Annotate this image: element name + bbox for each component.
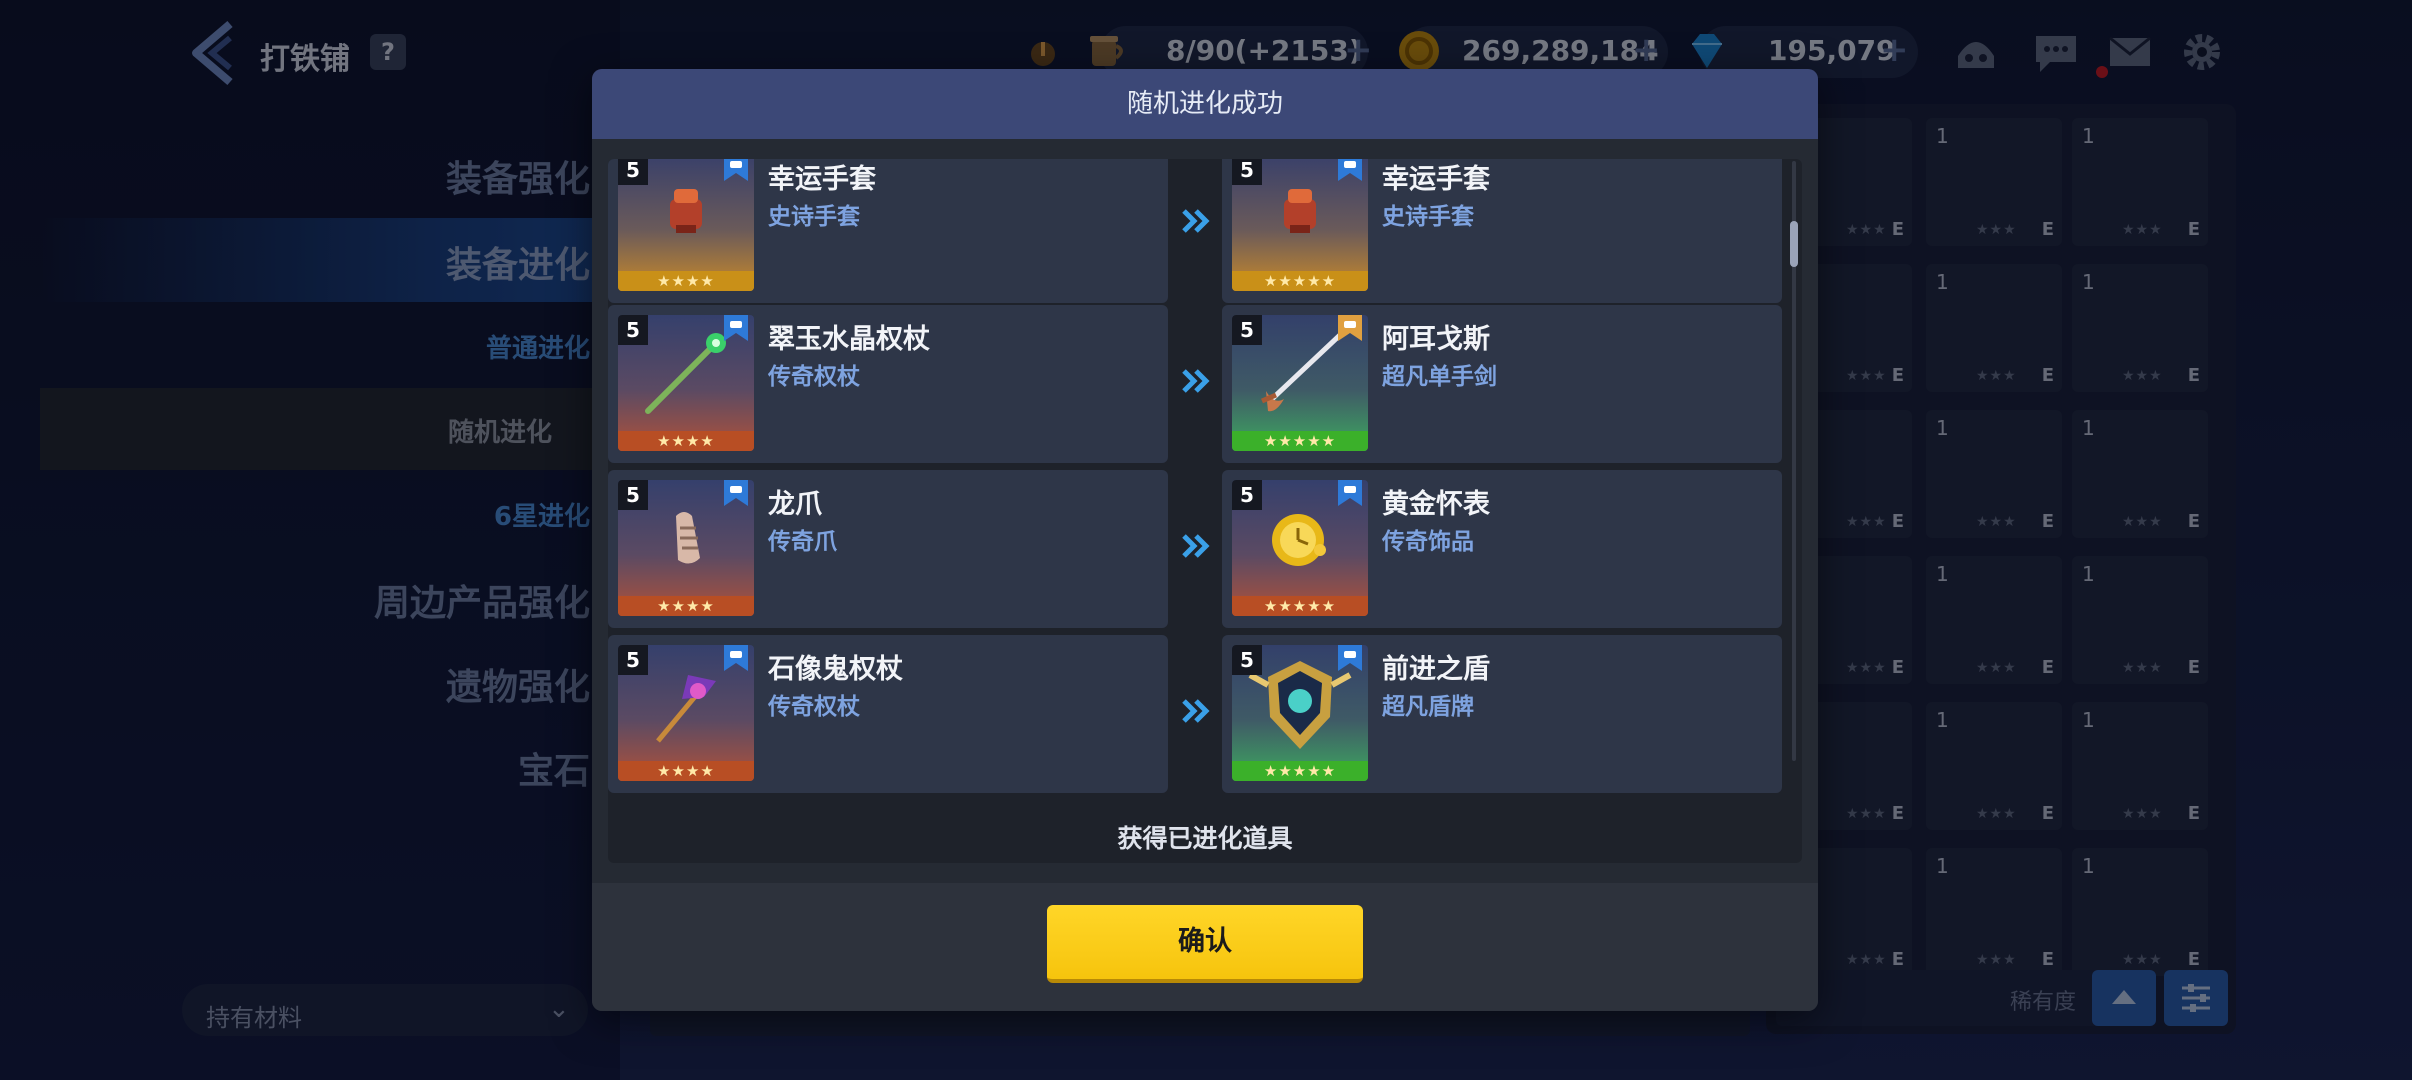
item-type: 传奇权杖 <box>768 364 860 390</box>
result-message: 获得已进化道具 <box>1117 824 1293 853</box>
evolution-row: 5 ★★★★ 石像鬼权杖传奇权杖 5 ★★★★★ 前进之盾超凡盾牌 <box>608 635 1802 793</box>
item-level-badge: 5 <box>618 480 648 510</box>
double-chevron-right-icon <box>1182 369 1210 393</box>
item-name: 翠玉水晶权杖 <box>768 324 930 355</box>
item-type: 传奇爪 <box>768 529 837 555</box>
item-card-before[interactable]: 5 ★★★★ 翠玉水晶权杖传奇权杖 <box>608 305 1168 463</box>
bookmark-icon <box>1338 645 1362 671</box>
item-icon-frame: 5 ★★★★★ <box>1232 480 1368 616</box>
item-name: 幸运手套 <box>768 164 876 195</box>
item-star-rating: ★★★★ <box>618 596 754 616</box>
item-level-badge: 5 <box>1232 645 1262 675</box>
item-level-badge: 5 <box>1232 159 1262 185</box>
bookmark-icon <box>724 645 748 671</box>
item-card-before[interactable]: 5 ★★★★ 龙爪传奇爪 <box>608 470 1168 628</box>
double-chevron-right-icon <box>1182 699 1210 723</box>
item-level-badge: 5 <box>618 159 648 185</box>
item-type: 超凡单手剑 <box>1382 364 1497 390</box>
item-icon-frame: 5 ★★★★ <box>618 315 754 451</box>
item-card-after[interactable]: 5 ★★★★★ 阿耳戈斯超凡单手剑 <box>1222 305 1782 463</box>
evolved-items-list[interactable]: 5 ★★★★ 幸运手套史诗手套 5 ★★★★★ 幸运手套史诗手套 5 ★★★★ 翠玉水晶权杖传奇… <box>608 159 1802 863</box>
item-icon-frame: 5 ★★★★★ <box>1232 159 1368 291</box>
item-star-rating: ★★★★★ <box>1232 271 1368 291</box>
bookmark-icon <box>724 480 748 506</box>
item-star-rating: ★★★★★ <box>1232 596 1368 616</box>
evolution-row: 5 ★★★★ 翠玉水晶权杖传奇权杖 5 ★★★★★ 阿耳戈斯超凡单手剑 <box>608 305 1802 463</box>
item-type: 史诗手套 <box>768 204 860 230</box>
item-star-rating: ★★★★★ <box>1232 431 1368 451</box>
item-star-rating: ★★★★ <box>618 271 754 291</box>
item-icon-frame: 5 ★★★★★ <box>1232 315 1368 451</box>
double-chevron-right-icon <box>1182 209 1210 233</box>
bookmark-icon <box>724 159 748 181</box>
bookmark-icon <box>1338 315 1362 341</box>
item-type: 史诗手套 <box>1382 204 1474 230</box>
item-icon-frame: 5 ★★★★★ <box>1232 645 1368 781</box>
item-level-badge: 5 <box>1232 315 1262 345</box>
item-name: 黄金怀表 <box>1382 489 1490 520</box>
item-card-after[interactable]: 5 ★★★★★ 幸运手套史诗手套 <box>1222 159 1782 303</box>
bookmark-icon <box>1338 159 1362 181</box>
bookmark-icon <box>724 315 748 341</box>
dialog-title: 随机进化成功 <box>592 69 1818 139</box>
scrollbar-thumb[interactable] <box>1790 221 1798 267</box>
item-star-rating: ★★★★ <box>618 761 754 781</box>
item-name: 石像鬼权杖 <box>768 654 903 685</box>
confirm-button[interactable]: 确认 <box>1047 905 1363 983</box>
item-name: 龙爪 <box>768 489 822 520</box>
item-icon-frame: 5 ★★★★ <box>618 645 754 781</box>
evolution-row: 5 ★★★★ 龙爪传奇爪 5 ★★★★★ 黄金怀表传奇饰品 <box>608 470 1802 628</box>
item-level-badge: 5 <box>618 315 648 345</box>
bookmark-icon <box>1338 480 1362 506</box>
item-icon-frame: 5 ★★★★ <box>618 480 754 616</box>
item-level-badge: 5 <box>1232 480 1262 510</box>
item-name: 前进之盾 <box>1382 654 1490 685</box>
evolution-result-dialog: 随机进化成功 5 ★★★★ 幸运手套史诗手套 5 ★★★★★ 幸运手套史诗手套 5 ★★★★ 翠… <box>592 69 1818 1011</box>
item-name: 幸运手套 <box>1382 164 1490 195</box>
item-icon-frame: 5 ★★★★ <box>618 159 754 291</box>
item-type: 传奇饰品 <box>1382 529 1474 555</box>
item-card-before[interactable]: 5 ★★★★ 石像鬼权杖传奇权杖 <box>608 635 1168 793</box>
item-level-badge: 5 <box>618 645 648 675</box>
item-star-rating: ★★★★ <box>618 431 754 451</box>
double-chevron-right-icon <box>1182 534 1210 558</box>
item-card-before[interactable]: 5 ★★★★ 幸运手套史诗手套 <box>608 159 1168 303</box>
item-card-after[interactable]: 5 ★★★★★ 前进之盾超凡盾牌 <box>1222 635 1782 793</box>
item-card-after[interactable]: 5 ★★★★★ 黄金怀表传奇饰品 <box>1222 470 1782 628</box>
item-star-rating: ★★★★★ <box>1232 761 1368 781</box>
item-type: 传奇权杖 <box>768 694 860 720</box>
evolution-row: 5 ★★★★ 幸运手套史诗手套 5 ★★★★★ 幸运手套史诗手套 <box>608 159 1802 303</box>
item-name: 阿耳戈斯 <box>1382 324 1490 355</box>
item-type: 超凡盾牌 <box>1382 694 1474 720</box>
